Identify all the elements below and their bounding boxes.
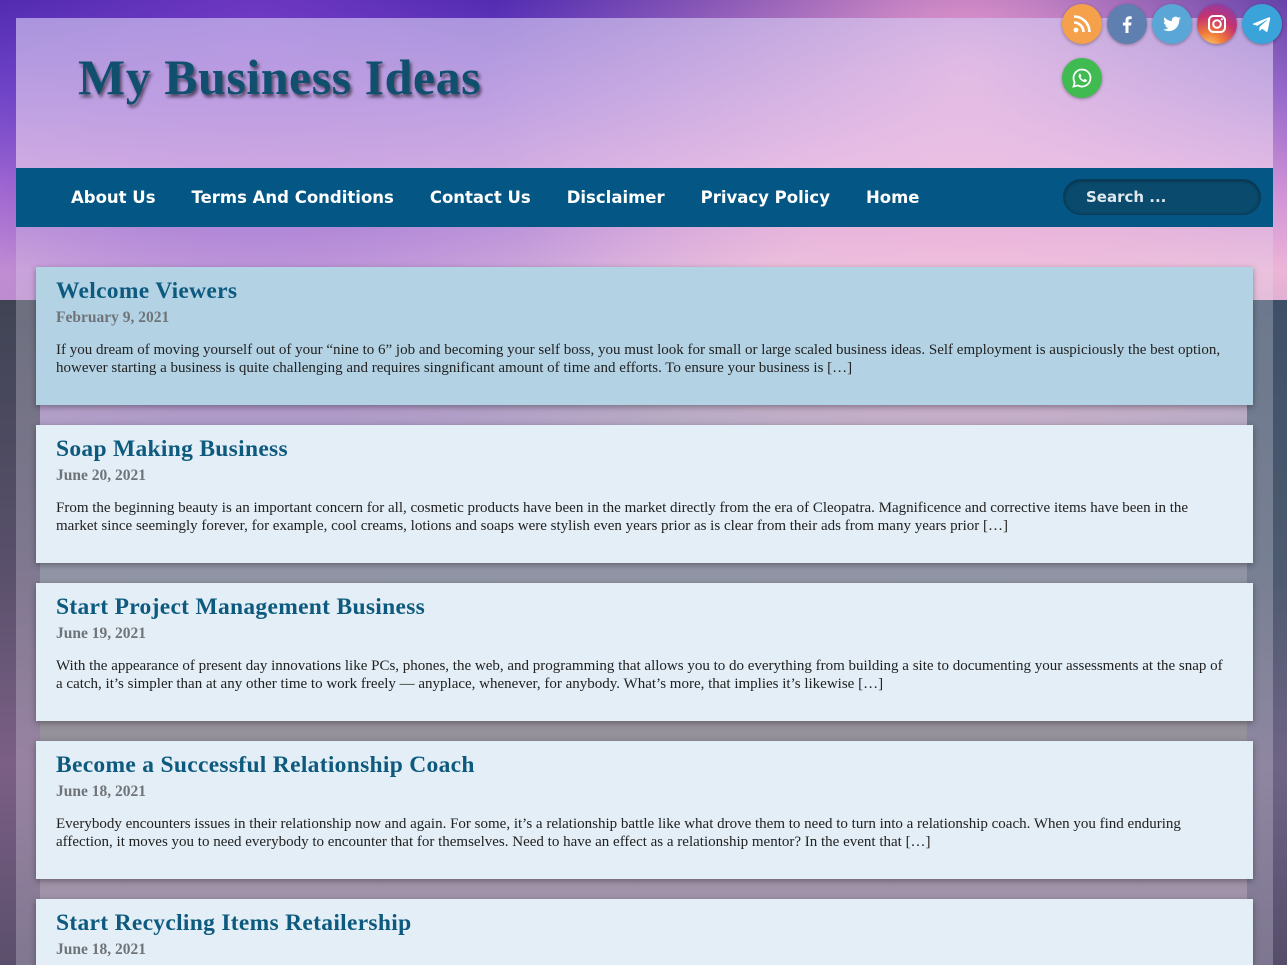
post-excerpt: From the beginning beauty is an importan…: [56, 500, 1189, 534]
post-date: June 18, 2021: [56, 783, 146, 800]
twitter-icon[interactable]: [1152, 4, 1192, 44]
post-card-soap-making: Soap Making Business June 20, 2021 From …: [36, 425, 1253, 563]
rss-icon[interactable]: [1062, 4, 1102, 44]
post-title[interactable]: Start Recycling Items Retailership: [56, 910, 1233, 936]
post-title[interactable]: Start Project Management Business: [56, 594, 1233, 620]
post-card-welcome-viewers: Welcome Viewers February 9, 2021 If you …: [36, 267, 1253, 405]
post-excerpt: Everybody encounters issues in their rel…: [56, 816, 1181, 850]
whatsapp-icon[interactable]: [1062, 58, 1102, 98]
post-date: June 20, 2021: [56, 467, 146, 484]
post-date: June 19, 2021: [56, 625, 146, 642]
post-excerpt: If you dream of moving yourself out of y…: [56, 342, 1221, 376]
post-date: June 18, 2021: [56, 941, 146, 958]
site-title[interactable]: My Business Ideas: [78, 48, 481, 106]
nav-item-contact-us[interactable]: Contact Us: [430, 188, 531, 207]
post-card-relationship-coach: Become a Successful Relationship Coach J…: [36, 741, 1253, 879]
nav-item-privacy-policy[interactable]: Privacy Policy: [701, 188, 830, 207]
telegram-icon[interactable]: [1242, 4, 1282, 44]
nav-item-home[interactable]: Home: [866, 188, 920, 207]
post-title[interactable]: Soap Making Business: [56, 436, 1233, 462]
nav-item-terms-and-conditions[interactable]: Terms And Conditions: [192, 188, 394, 207]
instagram-icon[interactable]: [1197, 4, 1237, 44]
nav-item-about-us[interactable]: About Us: [71, 188, 156, 207]
page-container: My Business Ideas About Us Terms And Con…: [16, 18, 1273, 965]
facebook-icon[interactable]: [1107, 4, 1147, 44]
post-date: February 9, 2021: [56, 309, 170, 326]
post-card-project-management: Start Project Management Business June 1…: [36, 583, 1253, 721]
nav-item-disclaimer[interactable]: Disclaimer: [567, 188, 665, 207]
post-card-recycling-items: Start Recycling Items Retailership June …: [36, 899, 1253, 965]
search-input[interactable]: [1063, 179, 1261, 215]
post-excerpt: With the appearance of present day innov…: [56, 658, 1223, 692]
post-title[interactable]: Welcome Viewers: [56, 278, 1233, 304]
post-title[interactable]: Become a Successful Relationship Coach: [56, 752, 1233, 778]
